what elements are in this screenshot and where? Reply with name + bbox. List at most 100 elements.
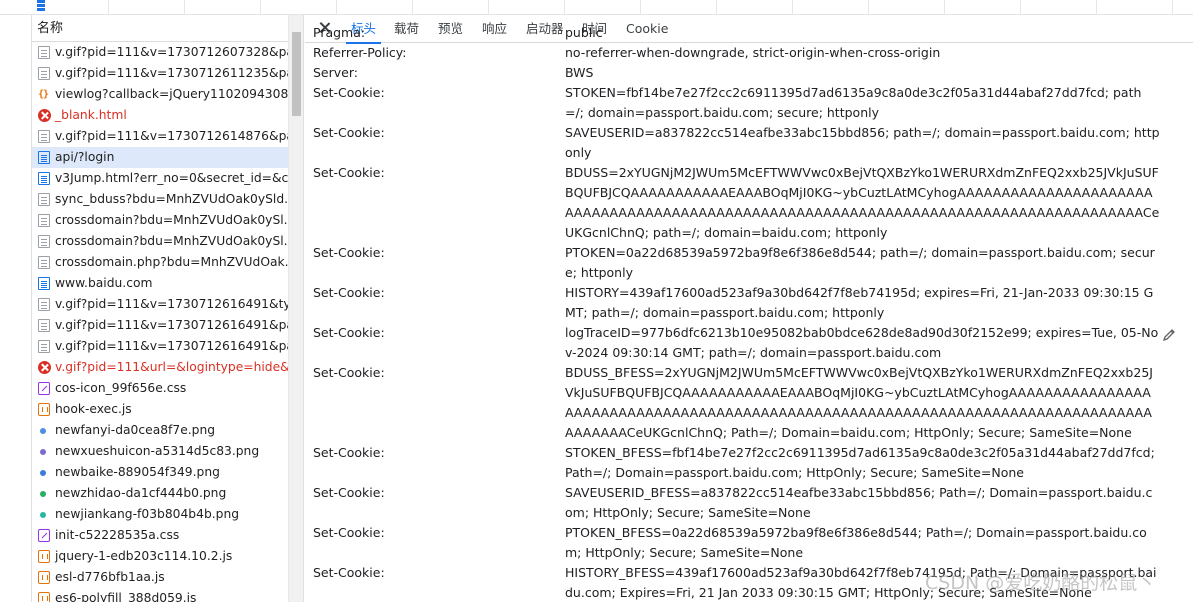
image-icon [40, 470, 46, 476]
request-row[interactable]: v.gif?pid=111&v=1730712611235&pa... [32, 63, 288, 84]
document-icon [38, 298, 50, 311]
document-icon [38, 319, 50, 332]
request-row[interactable]: v.gif?pid=111&v=1730712616491&pa... [32, 315, 288, 336]
timeline-gridline [640, 0, 641, 15]
header-value[interactable]: STOKEN=fbf14be7e27f2cc2c6911395d7ad6135a… [565, 83, 1160, 123]
timeline-gridline [1172, 0, 1173, 15]
request-name: v.gif?pid=111&url=&logintype=hide&... [55, 360, 288, 374]
header-name: Set-Cookie: [313, 85, 385, 100]
header-row: Set-Cookie: SAVEUSERID=a837822cc514eafbe3… [305, 123, 1193, 163]
request-row[interactable]: {} viewlog?callback=jQuery11020943082... [32, 84, 288, 105]
html-document-icon [38, 277, 50, 290]
request-name: newbaike-889054f349.png [55, 465, 220, 479]
request-name: es6-polyfill_388d059.js [55, 591, 197, 602]
header-value[interactable]: public [565, 23, 1160, 43]
request-row[interactable]: newfanyi-da0cea8f7e.png [32, 420, 288, 441]
header-row: Set-Cookie: PTOKEN=0a22d68539a5972ba9f8e6… [305, 243, 1193, 283]
request-row[interactable]: v.gif?pid=111&v=1730712607328&pa... [32, 42, 288, 63]
request-row[interactable]: newxueshuicon-a5314d5c83.png [32, 441, 288, 462]
request-row[interactable]: api/?login [32, 147, 288, 168]
document-icon [38, 214, 50, 227]
document-icon [38, 340, 50, 353]
timeline-gridline [488, 0, 489, 15]
request-row[interactable]: www.baidu.com [32, 273, 288, 294]
header-name: Set-Cookie: [313, 125, 385, 140]
document-icon [38, 235, 50, 248]
request-row[interactable]: cos-icon_99f656e.css [32, 378, 288, 399]
html-document-icon [38, 151, 50, 164]
header-value[interactable]: logTraceID=977b6dfc6213b10e95082bab0bdce… [565, 323, 1160, 363]
request-row[interactable]: jquery-1-edb203c114.10.2.js [32, 546, 288, 567]
header-value[interactable]: PTOKEN=0a22d68539a5972ba9f8e6f386e8d544;… [565, 243, 1160, 283]
request-row[interactable]: init-c52228535a.css [32, 525, 288, 546]
stylesheet-icon [38, 529, 50, 542]
header-row: Set-Cookie: HISTORY=439af17600ad523af9a30… [305, 283, 1193, 323]
waterfall-timeline-strip [0, 0, 1193, 15]
request-row[interactable]: v3Jump.html?err_no=0&secret_id=&c... [32, 168, 288, 189]
error-icon [38, 109, 51, 122]
image-icon [40, 512, 46, 518]
timeline-gridline [336, 0, 337, 15]
request-row[interactable]: newbaike-889054f349.png [32, 462, 288, 483]
header-value[interactable]: STOKEN_BFESS=fbf14be7e27f2cc2c6911395d7a… [565, 443, 1160, 483]
timeline-gridline [792, 0, 793, 15]
image-icon [40, 449, 46, 455]
pencil-icon[interactable] [1162, 328, 1176, 342]
header-value[interactable]: BDUSS_BFESS=2xYUGNjM2JWUm5McEFTWWVwc0xBe… [565, 363, 1160, 443]
header-row: Set-Cookie: logTraceID=977b6dfc6213b10e95… [305, 323, 1193, 363]
watermark-text: CSDN @爱吃奶酪的松鼠丶 [925, 572, 1157, 594]
request-rows: v.gif?pid=111&v=1730712607328&pa... v.gif… [32, 42, 288, 602]
request-row[interactable]: crossdomain?bdu=MnhZVUdOak0ySl... [32, 231, 288, 252]
request-name: newzhidao-da1cf444b0.png [55, 486, 227, 500]
header-value[interactable]: HISTORY=439af17600ad523af9a30bd642f7f8eb… [565, 283, 1160, 323]
request-name: v.gif?pid=111&v=1730712614876&pa... [55, 129, 288, 143]
request-row[interactable]: hook-exec.js [32, 399, 288, 420]
request-row[interactable]: crossdomain?bdu=MnhZVUdOak0ySl... [32, 210, 288, 231]
header-row: Server: BWS [305, 63, 1193, 83]
request-name: sync_bduss?bdu=MnhZVUdOak0ySld... [55, 192, 288, 206]
header-value[interactable]: no-referrer-when-downgrade, strict-origi… [565, 43, 1160, 63]
request-row[interactable]: v.gif?pid=111&v=1730712616491&ty... [32, 294, 288, 315]
request-row[interactable]: v.gif?pid=111&v=1730712616491&pa... [32, 336, 288, 357]
name-column-header[interactable]: 名称 [32, 15, 288, 42]
request-name: hook-exec.js [55, 402, 132, 416]
header-row: Set-Cookie: PTOKEN_BFESS=0a22d68539a5972b… [305, 523, 1193, 563]
request-row[interactable]: sync_bduss?bdu=MnhZVUdOak0ySld... [32, 189, 288, 210]
request-row[interactable]: newzhidao-da1cf444b0.png [32, 483, 288, 504]
header-value[interactable]: SAVEUSERID_BFESS=a837822cc514eafbe33abc1… [565, 483, 1160, 523]
header-value[interactable]: SAVEUSERID=a837822cc514eafbe33abc15bbd85… [565, 123, 1160, 163]
header-row: Referrer-Policy: no-referrer-when-downgra… [305, 43, 1193, 63]
header-name: Set-Cookie: [313, 565, 385, 580]
header-name: Pragma: [313, 25, 366, 40]
header-name: Set-Cookie: [313, 365, 385, 380]
header-value[interactable]: BWS [565, 63, 1160, 83]
header-value[interactable]: BDUSS=2xYUGNjM2JWUm5McEFTWWVwc0xBejVtQXB… [565, 163, 1160, 243]
timeline-gridline [412, 0, 413, 15]
document-icon [38, 256, 50, 269]
request-name: jquery-1-edb203c114.10.2.js [55, 549, 233, 563]
header-value[interactable]: PTOKEN_BFESS=0a22d68539a5972ba9f8e6f386e… [565, 523, 1160, 563]
request-row[interactable]: es6-polyfill_388d059.js [32, 588, 288, 602]
document-icon [38, 193, 50, 206]
request-name: newfanyi-da0cea8f7e.png [55, 423, 216, 437]
scrollbar-thumb[interactable] [292, 32, 301, 116]
javascript-icon [38, 571, 50, 584]
request-row[interactable]: v.gif?pid=111&url=&logintype=hide&... [32, 357, 288, 378]
request-row[interactable]: v.gif?pid=111&v=1730712614876&pa... [32, 126, 288, 147]
request-list-scrollbar[interactable] [288, 15, 304, 602]
request-row[interactable]: _blank.html [32, 105, 288, 126]
request-row[interactable]: crossdomain.php?bdu=MnhZVUdOak... [32, 252, 288, 273]
header-name: Set-Cookie: [313, 285, 385, 300]
request-row[interactable]: newjiankang-f03b804b4b.png [32, 504, 288, 525]
request-name: cos-icon_99f656e.css [55, 381, 187, 395]
request-name: crossdomain?bdu=MnhZVUdOak0ySl... [55, 234, 288, 248]
request-list-panel: 名称 v.gif?pid=111&v=1730712607328&pa... v.… [31, 15, 288, 602]
javascript-icon [38, 592, 50, 602]
header-row: Set-Cookie: STOKEN_BFESS=fbf14be7e27f2cc2… [305, 443, 1193, 483]
request-row[interactable]: esl-d776bfb1aa.js [32, 567, 288, 588]
header-name: Set-Cookie: [313, 525, 385, 540]
response-headers-list: Pragma: public Referrer-Policy: no-referrer… [305, 23, 1193, 602]
timeline-gridline [1020, 0, 1021, 15]
header-name: Set-Cookie: [313, 445, 385, 460]
request-name: v.gif?pid=111&v=1730712611235&pa... [55, 66, 288, 80]
